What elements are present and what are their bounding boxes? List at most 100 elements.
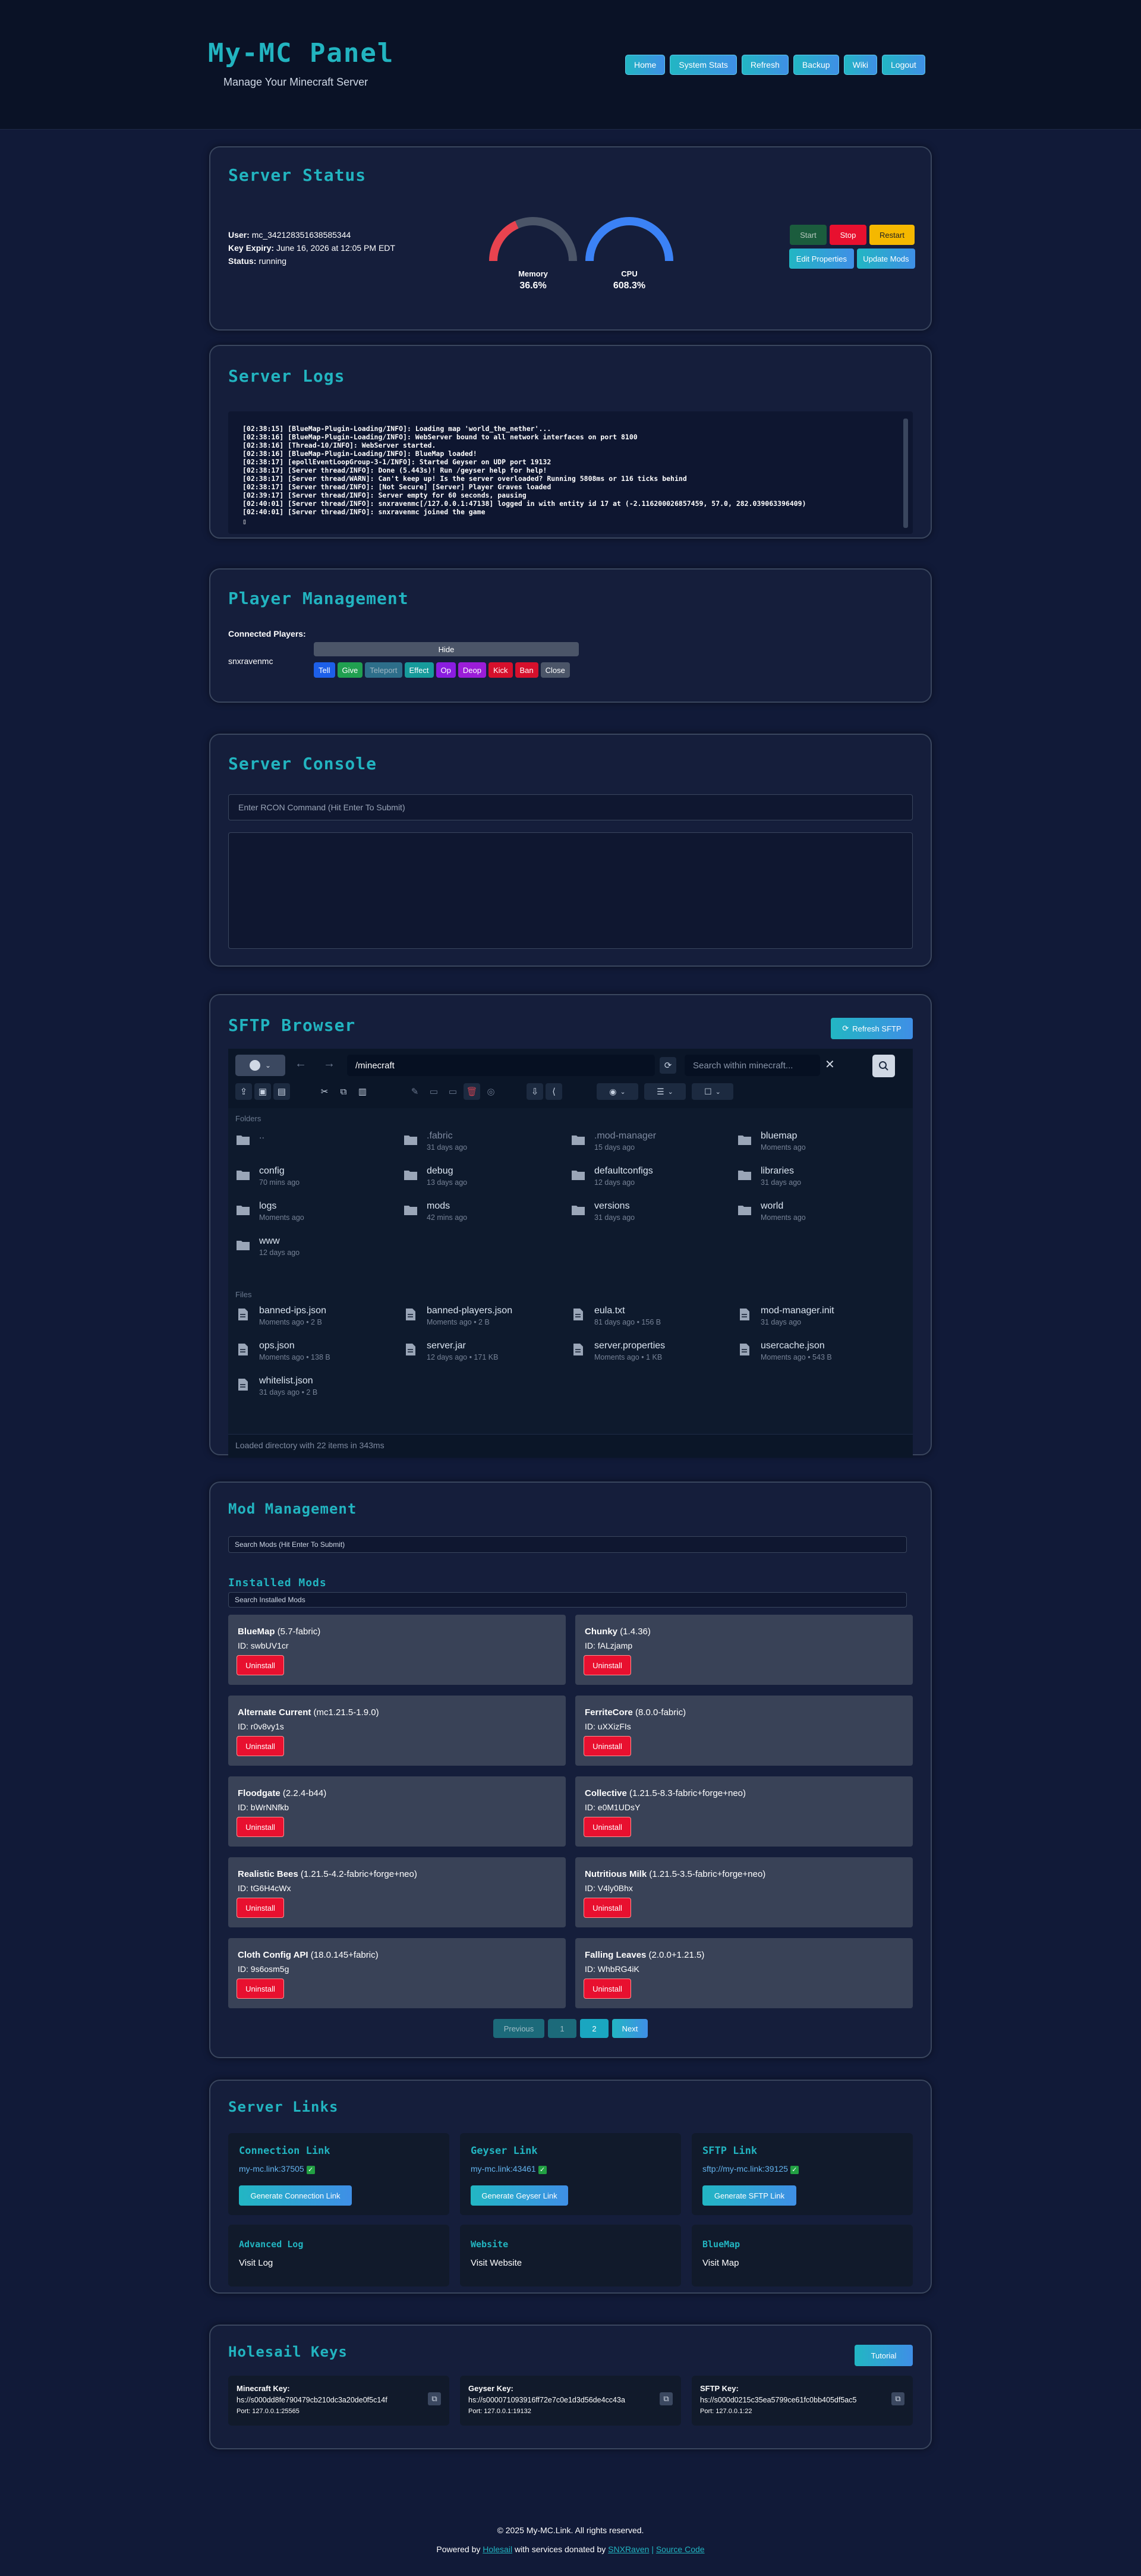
generate-connection-link-button[interactable]: Generate Connection Link	[239, 2185, 352, 2206]
delete-icon[interactable]: 🗑	[464, 1083, 480, 1100]
search-mods-input[interactable]: Search Mods (Hit Enter To Submit)	[228, 1536, 907, 1553]
restart-button[interactable]: Restart	[869, 225, 915, 245]
folder-item[interactable]: mods 42 mins ago	[403, 1199, 563, 1225]
select-dropdown[interactable]: ☐ ⌄	[692, 1083, 733, 1100]
file-item[interactable]: ops.json Moments ago • 138 B	[235, 1338, 396, 1364]
uninstall-button[interactable]: Uninstall	[584, 1655, 631, 1675]
file-item[interactable]: server.jar 12 days ago • 171 KB	[403, 1338, 563, 1364]
folder-item[interactable]: .mod-manager 15 days ago	[570, 1128, 731, 1155]
sort-dropdown[interactable]: ☰ ⌄	[644, 1083, 686, 1100]
visit-website-link[interactable]: Visit Website	[471, 2258, 522, 2268]
visit-log-link[interactable]: Visit Log	[239, 2258, 273, 2268]
geyser-url[interactable]: my-mc.link:43461 ✓	[471, 2164, 547, 2174]
file-item[interactable]: server.properties Moments ago • 1 KB	[570, 1338, 731, 1364]
snxraven-link[interactable]: SNXRaven	[608, 2544, 649, 2554]
new-file-icon[interactable]: ▤	[273, 1083, 290, 1100]
tutorial-button[interactable]: Tutorial	[855, 2345, 913, 2366]
rcon-command-input[interactable]: Enter RCON Command (Hit Enter To Submit)	[228, 794, 913, 820]
uninstall-button[interactable]: Uninstall	[584, 1736, 631, 1756]
forward-arrow-icon[interactable]: →	[323, 1057, 335, 1071]
connection-selector[interactable]: ⌄	[235, 1055, 285, 1076]
previous-page-button[interactable]: Previous	[493, 2019, 544, 2038]
nav-backup-button[interactable]: Backup	[793, 55, 839, 75]
start-button[interactable]: Start	[790, 225, 827, 245]
source-code-link[interactable]: Source Code	[656, 2544, 705, 2554]
file-item[interactable]: mod-manager.init 31 days ago	[737, 1303, 897, 1329]
rename-icon[interactable]: ✎	[406, 1083, 423, 1100]
uninstall-button[interactable]: Uninstall	[237, 1655, 284, 1675]
move-icon[interactable]: ▭	[425, 1083, 442, 1100]
file-item[interactable]: banned-players.json Moments ago • 2 B	[403, 1303, 563, 1329]
effect-button[interactable]: Effect	[404, 662, 434, 678]
new-folder-icon[interactable]: ▣	[254, 1083, 271, 1100]
upload-icon[interactable]: ⇪	[235, 1083, 252, 1100]
refresh-sftp-button[interactable]: ⟳ Refresh SFTP	[831, 1018, 913, 1039]
folder-item[interactable]: debug 13 days ago	[403, 1163, 563, 1190]
copy-icon[interactable]: ⧉	[891, 2392, 904, 2405]
holesail-link[interactable]: Holesail	[483, 2544, 512, 2554]
stop-button[interactable]: Stop	[830, 225, 866, 245]
tell-button[interactable]: Tell	[314, 662, 335, 678]
back-arrow-icon[interactable]: ←	[295, 1057, 307, 1071]
folder-item[interactable]: libraries 31 days ago	[737, 1163, 897, 1190]
uninstall-button[interactable]: Uninstall	[584, 1979, 631, 1999]
clear-search-icon[interactable]: ✕	[825, 1057, 835, 1072]
sftp-search-input[interactable]: Search within minecraft...	[685, 1055, 820, 1076]
file-item[interactable]: eula.txt 81 days ago • 156 B	[570, 1303, 731, 1329]
kick-button[interactable]: Kick	[488, 662, 513, 678]
paste-icon[interactable]: ▥	[354, 1083, 371, 1100]
copy-icon[interactable]: ⧉	[428, 2392, 441, 2405]
folder-item[interactable]: .fabric 31 days ago	[403, 1128, 563, 1155]
nav-logout-button[interactable]: Logout	[882, 55, 925, 75]
generate-geyser-link-button[interactable]: Generate Geyser Link	[471, 2185, 568, 2206]
close-button[interactable]: Close	[540, 662, 570, 678]
deop-button[interactable]: Deop	[458, 662, 486, 678]
search-icon[interactable]	[872, 1055, 895, 1077]
nav-home-button[interactable]: Home	[625, 55, 666, 75]
uninstall-button[interactable]: Uninstall	[237, 1817, 284, 1837]
folder-item[interactable]: ..	[235, 1128, 396, 1155]
log-scrollbar[interactable]	[903, 419, 908, 528]
update-mods-button[interactable]: Update Mods	[856, 249, 915, 269]
file-item[interactable]: usercache.json Moments ago • 543 B	[737, 1338, 897, 1364]
folder-item[interactable]: logs Moments ago	[235, 1199, 396, 1225]
teleport-button[interactable]: Teleport	[365, 662, 402, 678]
page-2-button[interactable]: 2	[580, 2019, 609, 2038]
generate-sftp-link-button[interactable]: Generate SFTP Link	[702, 2185, 796, 2206]
edit-properties-button[interactable]: Edit Properties	[789, 249, 854, 269]
copy-icon[interactable]: ⧉	[335, 1083, 352, 1100]
nav-system-stats-button[interactable]: System Stats	[670, 55, 737, 75]
reload-icon[interactable]: ⟳	[660, 1057, 676, 1074]
uninstall-button[interactable]: Uninstall	[237, 1979, 284, 1999]
uninstall-button[interactable]: Uninstall	[237, 1736, 284, 1756]
next-page-button[interactable]: Next	[612, 2019, 648, 2038]
duplicate-icon[interactable]: ▭	[445, 1083, 461, 1100]
file-item[interactable]: whitelist.json 31 days ago • 2 B	[235, 1373, 396, 1399]
search-installed-input[interactable]: Search Installed Mods	[228, 1592, 907, 1608]
op-button[interactable]: Op	[436, 662, 456, 678]
share-icon[interactable]: ⟨	[546, 1083, 562, 1100]
folder-item[interactable]: defaultconfigs 12 days ago	[570, 1163, 731, 1190]
ban-button[interactable]: Ban	[515, 662, 538, 678]
file-item[interactable]: banned-ips.json Moments ago • 2 B	[235, 1303, 396, 1329]
connection-url[interactable]: my-mc.link:37505 ✓	[239, 2164, 315, 2174]
folder-item[interactable]: versions 31 days ago	[570, 1199, 731, 1225]
folder-item[interactable]: bluemap Moments ago	[737, 1128, 897, 1155]
hide-button[interactable]: Hide	[314, 642, 579, 656]
properties-icon[interactable]: ◎	[483, 1083, 499, 1100]
path-input[interactable]: /minecraft	[347, 1055, 655, 1076]
folder-item[interactable]: world Moments ago	[737, 1199, 897, 1225]
cut-icon[interactable]: ✂	[316, 1083, 333, 1100]
uninstall-button[interactable]: Uninstall	[237, 1898, 284, 1918]
download-icon[interactable]: ⇩	[527, 1083, 543, 1100]
visit-map-link[interactable]: Visit Map	[702, 2258, 739, 2268]
page-1-button[interactable]: 1	[548, 2019, 576, 2038]
sftp-url[interactable]: sftp://my-mc.link:39125 ✓	[702, 2164, 799, 2174]
folder-item[interactable]: www 12 days ago	[235, 1234, 396, 1260]
folder-item[interactable]: config 70 mins ago	[235, 1163, 396, 1190]
nav-refresh-button[interactable]: Refresh	[741, 55, 789, 75]
copy-icon[interactable]: ⧉	[660, 2392, 673, 2405]
uninstall-button[interactable]: Uninstall	[584, 1898, 631, 1918]
view-options-dropdown[interactable]: ◉ ⌄	[597, 1083, 638, 1100]
uninstall-button[interactable]: Uninstall	[584, 1817, 631, 1837]
